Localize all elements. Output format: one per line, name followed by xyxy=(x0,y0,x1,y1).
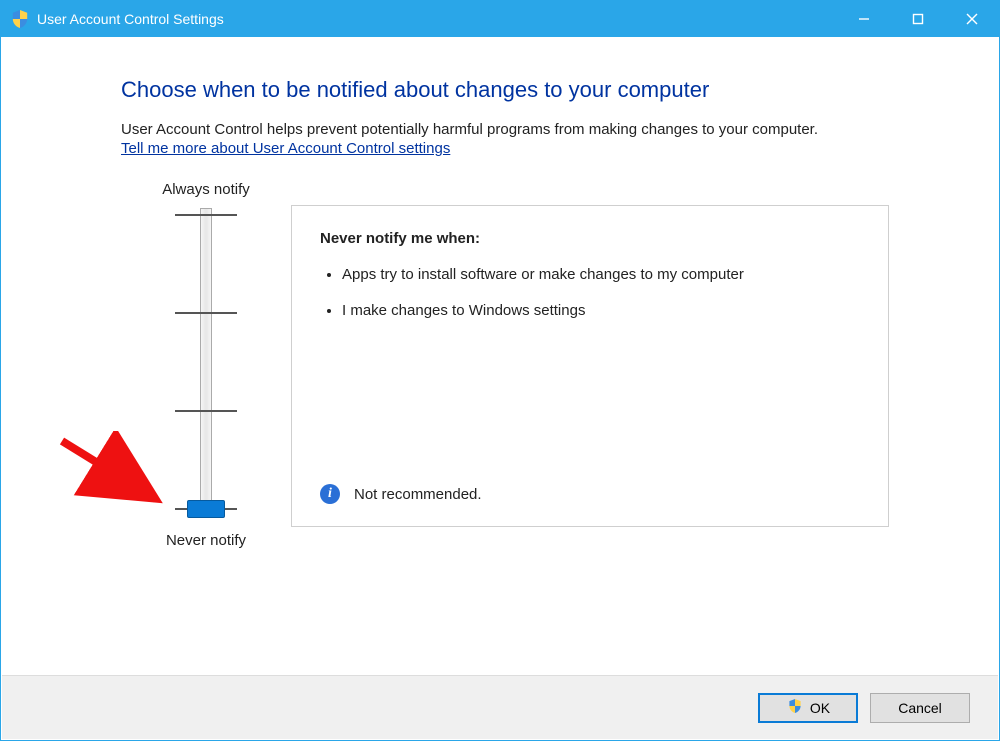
window-title: User Account Control Settings xyxy=(37,11,224,27)
learn-more-link[interactable]: Tell me more about User Account Control … xyxy=(121,140,450,157)
shield-icon xyxy=(11,9,29,29)
slider-tick xyxy=(175,312,237,314)
content-area: Choose when to be notified about changes… xyxy=(1,37,999,549)
panel-footer: i Not recommended. xyxy=(320,484,482,504)
dialog-bottombar: OK Cancel xyxy=(2,675,998,739)
slider-label-bottom: Never notify xyxy=(121,532,291,549)
recommendation-text: Not recommended. xyxy=(354,486,482,503)
slider-tick xyxy=(175,410,237,412)
intro-text: User Account Control helps prevent poten… xyxy=(121,121,889,138)
maximize-button[interactable] xyxy=(891,1,945,37)
shield-icon xyxy=(786,698,804,718)
cancel-button[interactable]: Cancel xyxy=(870,693,970,723)
ok-button-label: OK xyxy=(810,700,830,716)
slider-label-top: Always notify xyxy=(121,181,291,198)
info-icon: i xyxy=(320,484,340,504)
close-button[interactable] xyxy=(945,1,999,37)
slider-tick xyxy=(175,214,237,216)
panel-bullet: I make changes to Windows settings xyxy=(342,301,860,321)
slider-column: Always notify Never notify xyxy=(121,175,291,549)
minimize-button[interactable] xyxy=(837,1,891,37)
ok-button[interactable]: OK xyxy=(758,693,858,723)
slider-track xyxy=(200,208,212,518)
panel-bullet-list: Apps try to install software or make cha… xyxy=(342,265,860,322)
page-heading: Choose when to be notified about changes… xyxy=(121,77,889,103)
uac-slider[interactable] xyxy=(185,208,227,518)
window-titlebar: User Account Control Settings xyxy=(1,1,999,37)
slider-thumb[interactable] xyxy=(187,500,225,518)
panel-title: Never notify me when: xyxy=(320,230,860,247)
description-panel: Never notify me when: Apps try to instal… xyxy=(291,205,889,527)
cancel-button-label: Cancel xyxy=(898,700,942,716)
panel-bullet: Apps try to install software or make cha… xyxy=(342,265,860,285)
